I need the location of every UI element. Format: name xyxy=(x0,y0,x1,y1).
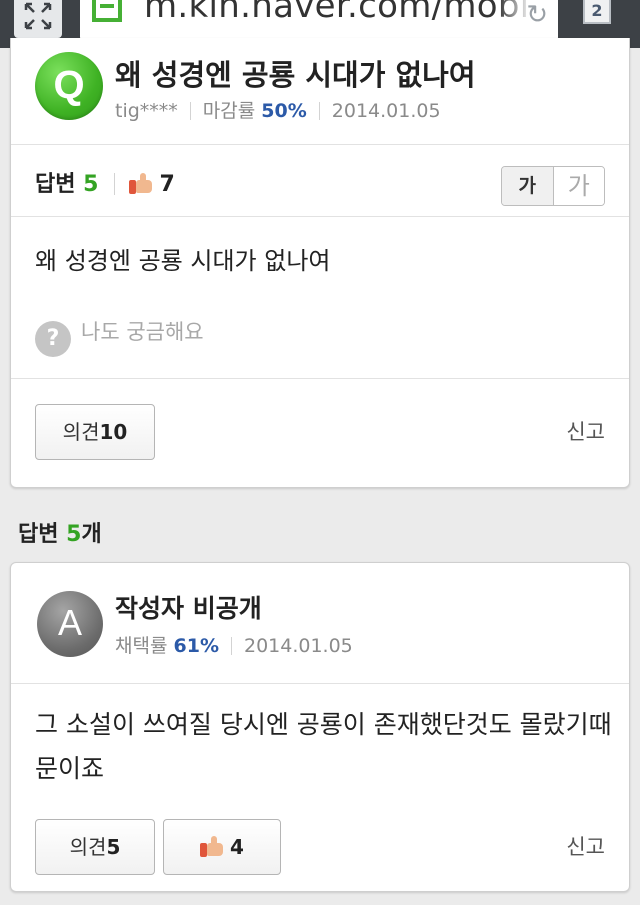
answers-header-count: 5 xyxy=(66,522,82,547)
question-card: Q 왜 성경엔 공룡 시대가 없나여 tig**** 마감률 50% 2014.01… xyxy=(10,38,630,488)
refresh-icon[interactable]: ↻ xyxy=(526,0,548,30)
curious-button[interactable]: ? 나도 궁금해요 xyxy=(35,316,204,357)
adopt-rate-label: 채택률 xyxy=(115,635,168,657)
stats-separator xyxy=(114,173,116,195)
fullscreen-icon[interactable] xyxy=(14,0,62,38)
answer-body: 그 소설이 쓰여질 당시엔 공룡이 존재했단것도 몰랐기때문이죠 xyxy=(35,710,612,783)
font-size-toggle: 가 가 xyxy=(501,166,605,206)
close-rate-label: 마감률 xyxy=(202,100,256,122)
answer-opinion-button[interactable]: 의견5 xyxy=(35,819,155,875)
question-mark-icon: ? xyxy=(35,321,71,357)
question-report-link[interactable]: 신고 xyxy=(566,416,605,446)
font-large-button[interactable]: 가 xyxy=(553,167,604,205)
opinion-count: 10 xyxy=(99,420,128,444)
answer-author: 작성자 비공개 xyxy=(115,594,262,623)
answers-label: 답변 xyxy=(35,172,76,197)
answer-meta: 채택률 61% 2014.01.05 xyxy=(115,631,353,658)
question-avatar: Q xyxy=(35,52,103,120)
thumbs-up-icon xyxy=(200,835,224,857)
answer-avatar-letter: A xyxy=(57,602,82,643)
meta-separator xyxy=(189,102,191,120)
answers-count: 5 xyxy=(83,172,99,197)
tab-count-button[interactable]: 2 xyxy=(583,0,611,24)
question-date: 2014.01.05 xyxy=(331,100,441,122)
answers-header-suffix: 개 xyxy=(81,522,102,547)
question-meta: tig**** 마감률 50% 2014.01.05 xyxy=(115,96,441,123)
question-opinion-button[interactable]: 의견10 xyxy=(35,404,155,460)
opinion-label: 의견 xyxy=(62,420,100,444)
divider xyxy=(11,216,629,217)
answer-date: 2014.01.05 xyxy=(243,635,353,657)
opinion-label: 의견 xyxy=(69,835,107,859)
question-title: 왜 성경엔 공룡 시대가 없나여 xyxy=(115,58,476,92)
answers-header-label: 답변 xyxy=(18,522,59,547)
site-icon xyxy=(92,0,122,22)
question-author[interactable]: tig**** xyxy=(115,100,178,122)
thumbs-up-icon xyxy=(129,172,153,194)
font-small-button[interactable]: 가 xyxy=(502,167,554,205)
answer-like-button[interactable]: 4 xyxy=(163,819,281,875)
question-stats: 답변 5 7 xyxy=(35,166,175,198)
close-rate-value: 50% xyxy=(261,100,307,122)
adopt-rate-value: 61% xyxy=(173,635,219,657)
answers-header: 답변 5개 xyxy=(18,516,102,548)
url-text: m.kin.naver.com/mobile xyxy=(144,0,558,26)
meta-separator xyxy=(230,637,232,655)
likes-count: 7 xyxy=(159,172,175,197)
meta-separator xyxy=(318,102,320,120)
divider xyxy=(11,144,629,145)
divider xyxy=(11,378,629,379)
question-avatar-letter: Q xyxy=(53,63,85,107)
answer-avatar: A xyxy=(37,591,103,657)
question-body: 왜 성경엔 공룡 시대가 없나여 xyxy=(35,247,331,275)
answer-likes-count: 4 xyxy=(230,835,244,859)
opinion-count: 5 xyxy=(106,835,121,859)
address-bar[interactable]: m.kin.naver.com/mobile ↻ xyxy=(80,0,558,40)
answer-card: A 작성자 비공개 채택률 61% 2014.01.05 그 소설이 쓰여질 당시… xyxy=(10,562,630,892)
divider xyxy=(11,683,629,684)
curious-label: 나도 궁금해요 xyxy=(81,320,204,344)
answer-report-link[interactable]: 신고 xyxy=(566,831,605,861)
